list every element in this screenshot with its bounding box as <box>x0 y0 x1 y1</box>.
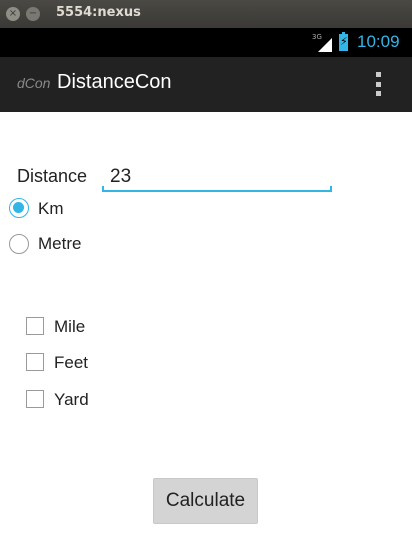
metre-radio-label[interactable]: Metre <box>38 234 81 254</box>
app-icon[interactable]: dCon <box>17 75 50 91</box>
status-bar <box>0 28 412 57</box>
km-radio-label[interactable]: Km <box>38 199 64 219</box>
app-title: DistanceCon <box>57 71 172 93</box>
status-time: 10:09 <box>357 32 400 51</box>
mile-checkbox[interactable] <box>26 317 44 335</box>
feet-checkbox[interactable] <box>26 353 44 371</box>
calculate-button[interactable]: Calculate <box>153 478 258 524</box>
window-close-icon[interactable]: × <box>6 7 20 21</box>
mile-checkbox-label[interactable]: Mile <box>54 317 85 337</box>
distance-input[interactable] <box>102 161 332 193</box>
metre-radio[interactable] <box>9 234 29 254</box>
yard-checkbox[interactable] <box>26 390 44 408</box>
signal-icon <box>318 38 332 52</box>
distance-label: Distance <box>17 166 88 186</box>
charging-icon: ⚡ <box>340 35 348 48</box>
km-radio[interactable] <box>9 198 29 218</box>
feet-checkbox-label[interactable]: Feet <box>54 353 88 373</box>
distance-input-underline <box>102 186 332 192</box>
yard-checkbox-label[interactable]: Yard <box>54 390 89 410</box>
window-title: 5554:nexus <box>56 5 141 20</box>
window-titlebar: × − 5554:nexus <box>0 0 412 28</box>
overflow-menu-icon[interactable] <box>374 72 382 96</box>
window-minimize-icon[interactable]: − <box>26 7 40 21</box>
